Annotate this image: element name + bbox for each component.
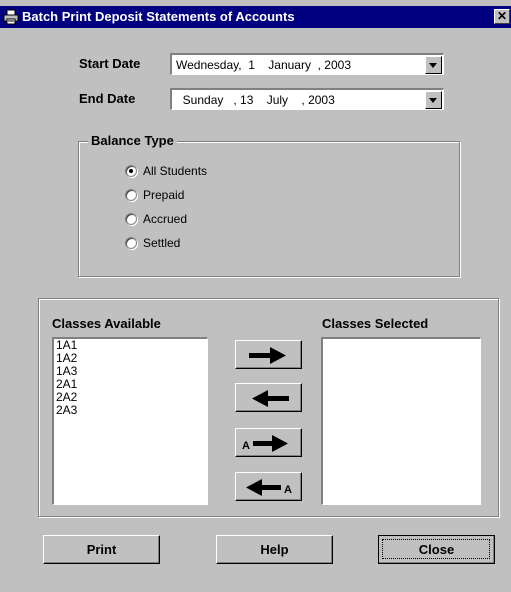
- end-date-picker[interactable]: Sunday , 13 July , 2003: [170, 88, 444, 110]
- printer-icon: [3, 9, 19, 25]
- radio-label: Accrued: [143, 212, 188, 226]
- radio-selected-dot: [129, 169, 133, 173]
- title-bar: Batch Print Deposit Statements of Accoun…: [0, 6, 511, 28]
- move-left-button[interactable]: [235, 383, 302, 412]
- start-date-picker[interactable]: Wednesday, 1 January , 2003: [170, 53, 444, 75]
- classes-selected-list[interactable]: [321, 337, 481, 505]
- end-date-dropdown-button[interactable]: [425, 91, 442, 109]
- radio-label: Settled: [143, 236, 181, 250]
- end-date-value: Sunday , 13 July , 2003: [176, 93, 335, 107]
- balance-type-group: [78, 141, 460, 277]
- chevron-down-icon: [429, 98, 437, 103]
- close-icon: ✕: [496, 9, 508, 23]
- start-date-label: Start Date: [79, 56, 141, 71]
- help-button[interactable]: Help: [216, 535, 333, 564]
- start-date-dropdown-button[interactable]: [425, 56, 442, 74]
- print-button[interactable]: Print: [43, 535, 160, 564]
- radio-button[interactable]: [125, 189, 137, 201]
- window-title: Batch Print Deposit Statements of Accoun…: [22, 9, 295, 24]
- close-window-button[interactable]: ✕: [494, 9, 510, 24]
- arrow-right-icon: [249, 347, 286, 364]
- move-right-button[interactable]: [235, 340, 302, 369]
- print-button-label: Print: [86, 542, 117, 557]
- balance-type-label: Balance Type: [88, 133, 177, 148]
- end-date-label: End Date: [79, 91, 136, 106]
- dialog-window: Batch Print Deposit Statements of Accoun…: [0, 0, 511, 592]
- close-button[interactable]: Close: [378, 535, 495, 564]
- close-button-label: Close: [418, 542, 455, 557]
- arrow-left-icon: [252, 390, 289, 407]
- radio-label: All Students: [143, 164, 208, 178]
- move-all-right-letter: A: [242, 440, 250, 452]
- move-all-right-button[interactable]: A: [235, 428, 302, 457]
- start-date-value: Wednesday, 1 January , 2003: [176, 58, 351, 72]
- radio-button[interactable]: [125, 237, 137, 249]
- help-button-label: Help: [260, 542, 289, 557]
- radio-button[interactable]: [125, 165, 137, 177]
- classes-selected-label: Classes Selected: [322, 316, 429, 331]
- list-item[interactable]: 2A3: [54, 404, 207, 417]
- arrow-right-all-icon: A: [242, 435, 288, 452]
- move-all-left-letter: A: [284, 484, 292, 496]
- move-all-left-button[interactable]: A: [235, 472, 302, 501]
- classes-available-list[interactable]: 1A1 1A2 1A3 2A1 2A2 2A3: [52, 337, 208, 505]
- radio-button[interactable]: [125, 213, 137, 225]
- classes-available-label: Classes Available: [52, 316, 161, 331]
- radio-label: Prepaid: [143, 188, 185, 202]
- arrow-left-all-icon: A: [246, 479, 292, 496]
- chevron-down-icon: [429, 63, 437, 68]
